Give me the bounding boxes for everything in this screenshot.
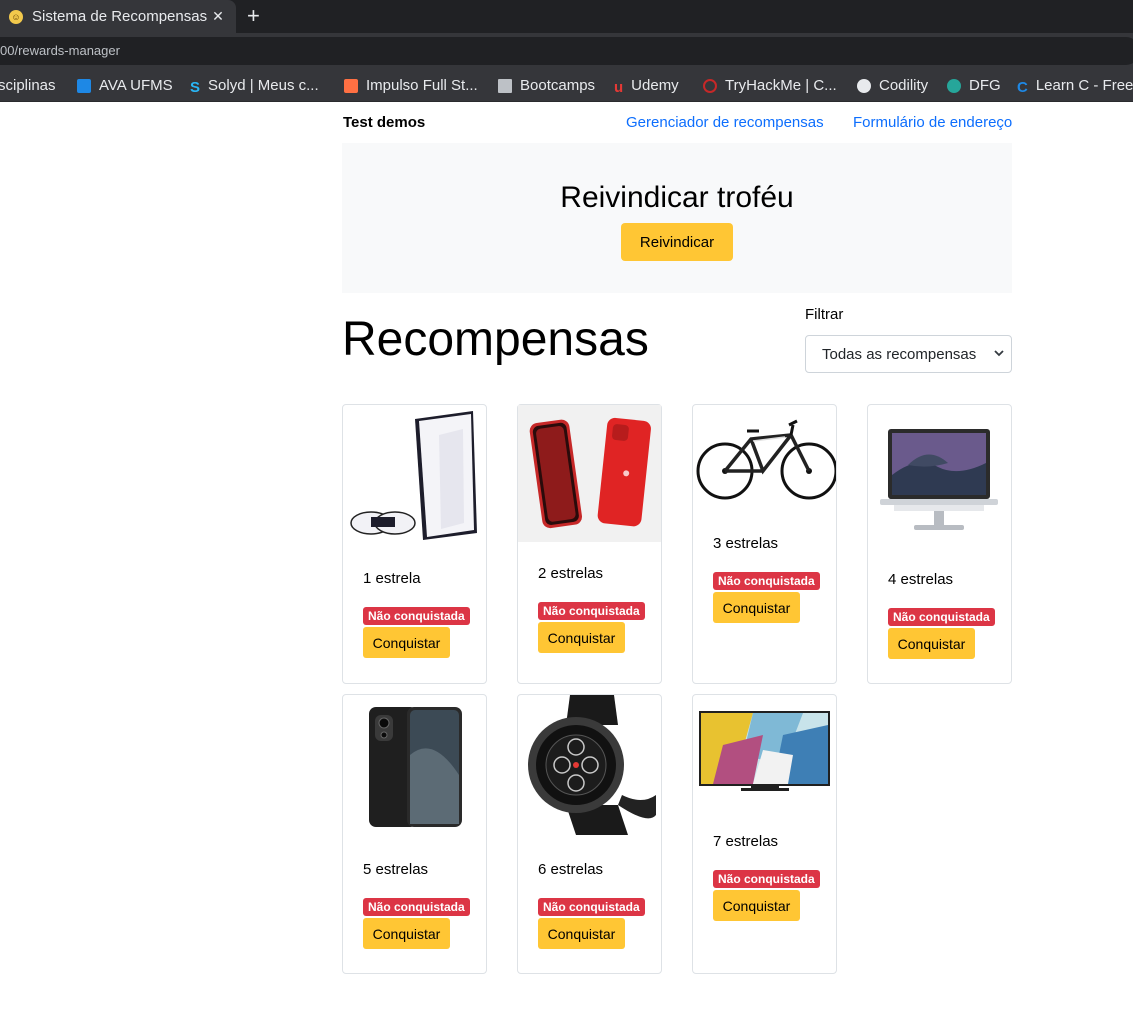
claim-trophy-title: Reivindicar troféu [560,181,794,214]
bookmark-item[interactable]: Codility [857,69,929,101]
reward-card: 2 estrelas Não conquistada Conquistar [517,404,662,684]
reward-card: 5 estrelas Não conquistada Conquistar [342,694,487,974]
folder-icon [498,78,512,93]
url-field[interactable]: 00/rewards-manager [0,37,1133,65]
bookmark-item[interactable]: sciplinas [0,69,56,101]
bookmark-label: Impulso Full St... [366,77,478,94]
macbook-image [880,429,998,530]
claim-trophy-panel: Reivindicar troféu Reivindicar [342,143,1012,293]
top-navbar: Test demos Gerenciador de recompensas Fo… [343,112,1023,134]
claim-button[interactable]: Reivindicar [621,223,733,261]
conquer-button[interactable]: Conquistar [538,918,625,949]
status-badge: Não conquistada [713,572,820,590]
conquer-button[interactable]: Conquistar [713,890,800,921]
status-badge: Não conquistada [363,898,470,916]
iphone-red-image [518,405,661,542]
reward-card: 6 estrelas Não conquistada Conquistar [517,694,662,974]
udemy-icon: u [614,78,624,96]
bookmark-item[interactable]: u Udemy [614,69,679,101]
status-badge: Não conquistada [713,870,820,888]
xiaomi-phone-image [369,707,462,827]
bookmark-label: AVA UFMS [99,77,173,94]
bookmark-item[interactable]: C Learn C - Free [1017,69,1133,101]
learnc-icon: C [1017,78,1028,96]
reward-card: 1 estrela Não conquistada Conquistar [342,404,487,684]
bookmark-label: DFG [969,77,1001,94]
status-badge: Não conquistada [538,602,645,620]
bookmark-label: sciplinas [0,77,56,94]
reward-stars: 6 estrelas [538,861,604,878]
conquer-button[interactable]: Conquistar [363,627,450,658]
garmin-watch-image [528,695,656,835]
reward-card: 7 estrelas Não conquistada Conquistar [692,694,837,974]
nav-link-address-form[interactable]: Formulário de endereço [853,114,1012,131]
status-badge: Não conquistada [888,608,995,626]
browser-tab[interactable]: ☺ Sistema de Recompensas ✕ [0,0,236,33]
reward-stars: 7 estrelas [713,833,779,850]
address-bar: 00/rewards-manager [0,33,1133,69]
bookmark-label: Learn C - Free [1035,77,1133,94]
chevron-down-icon [994,350,1004,357]
conquer-button[interactable]: Conquistar [363,918,450,949]
tab-title: Sistema de Recompensas [32,8,208,25]
close-icon[interactable]: ✕ [208,8,228,25]
filter-select[interactable]: Todas as recompensas [805,335,1012,373]
dfg-icon [947,78,961,93]
nav-link-rewards-manager[interactable]: Gerenciador de recompensas [626,114,824,131]
bookmark-item[interactable]: Impulso Full St... [344,69,478,101]
bookmark-item[interactable]: TryHackMe | C... [703,69,837,101]
status-badge: Não conquistada [538,898,645,916]
bookmark-label: TryHackMe | C... [725,77,837,94]
bookmark-label: Codility [879,77,929,94]
page-title: Recompensas [342,313,649,366]
qled-tv-image [699,711,830,791]
reward-stars: 5 estrelas [363,861,429,878]
filter-label: Filtrar [805,306,844,323]
bookmark-label: Solyd | Meus c... [208,77,319,94]
status-badge: Não conquistada [363,607,470,625]
browser-tab-bar: ☺ Sistema de Recompensas ✕ + [0,0,1133,33]
bookmark-label: Bootcamps [520,77,596,94]
reward-stars: 3 estrelas [713,535,779,552]
filter-selected-value: Todas as recompensas [822,345,977,363]
bookmark-item[interactable]: Bootcamps [498,69,596,101]
brand[interactable]: Test demos [343,114,425,131]
tryhackme-icon [703,78,717,93]
bookmark-label: Udemy [631,77,679,94]
favicon-icon: ☺ [9,9,23,24]
new-tab-icon[interactable]: + [247,4,260,28]
solyd-icon: S [190,78,201,96]
playstation-5-image [350,411,477,540]
bookmark-item[interactable]: DFG [947,69,1001,101]
bookmark-item[interactable]: AVA UFMS [77,69,173,101]
impulso-icon [344,78,358,93]
conquer-button[interactable]: Conquistar [888,628,975,659]
conquer-button[interactable]: Conquistar [538,622,625,653]
reward-stars: 2 estrelas [538,565,604,582]
conquer-button[interactable]: Conquistar [713,592,800,623]
bookmarks-bar: sciplinas AVA UFMS S Solyd | Meus c... I… [0,69,1133,102]
reward-card: 4 estrelas Não conquistada Conquistar [867,404,1012,684]
ava-icon [77,78,91,93]
codility-icon [857,78,871,93]
bicycle-image [696,419,836,500]
bookmark-item[interactable]: S Solyd | Meus c... [190,69,319,101]
reward-card: 3 estrelas Não conquistada Conquistar [692,404,837,684]
reward-stars: 1 estrela [363,570,421,587]
reward-stars: 4 estrelas [888,571,954,588]
